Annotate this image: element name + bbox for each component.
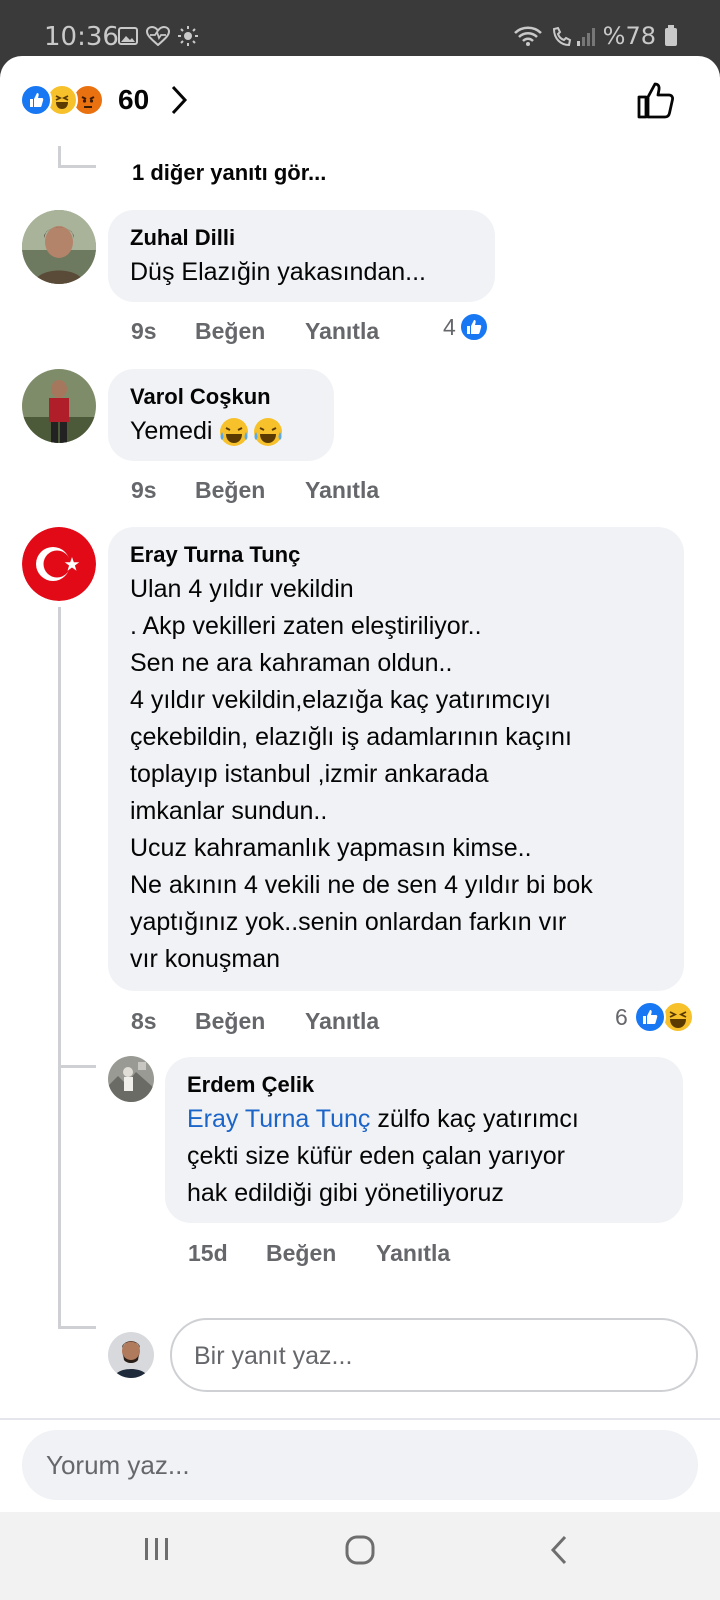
- avatar[interactable]: [22, 527, 96, 601]
- thread-line: [58, 146, 61, 166]
- comment-bubble[interactable]: Varol Coşkun Yemedi: [108, 369, 334, 461]
- thread-line: [58, 607, 61, 1327]
- comment-author[interactable]: Eray Turna Tunç: [130, 541, 662, 569]
- like-button[interactable]: Beğen: [266, 1240, 376, 1267]
- comment-time[interactable]: 8s: [131, 1008, 195, 1035]
- call-signal-icon: [552, 26, 595, 47]
- comment-actions: 8s Beğen Yanıtla: [131, 1008, 379, 1035]
- chevron-right-icon[interactable]: [170, 84, 188, 116]
- comment-actions: 9s Beğen Yanıtla: [131, 477, 379, 504]
- divider: [0, 1418, 720, 1420]
- thumbs-up-icon[interactable]: [636, 80, 676, 120]
- reaction-summary[interactable]: [20, 84, 104, 116]
- avatar[interactable]: [22, 369, 96, 443]
- status-time: 10:36: [44, 22, 119, 52]
- reaction-header: 60: [0, 56, 720, 146]
- reply-input[interactable]: Bir yanıt yaz...: [170, 1318, 698, 1392]
- comment-time[interactable]: 9s: [131, 477, 195, 504]
- health-icon: [146, 26, 170, 46]
- battery-level: %78: [602, 22, 656, 50]
- reply-button[interactable]: Yanıtla: [305, 318, 379, 345]
- recent-apps-icon[interactable]: [142, 1534, 172, 1564]
- reply-time[interactable]: 15d: [188, 1240, 266, 1267]
- tears-of-joy-emoji: [220, 417, 283, 446]
- comment-reactions[interactable]: 6: [615, 1001, 694, 1033]
- reply-button[interactable]: Yanıtla: [305, 1008, 379, 1035]
- haha-reaction-icon: [661, 1001, 694, 1033]
- comment-author[interactable]: Varol Coşkun: [130, 383, 312, 411]
- like-button[interactable]: Beğen: [195, 1008, 305, 1035]
- more-replies-link[interactable]: 1 diğer yanıtı gör...: [132, 160, 326, 186]
- reply-author[interactable]: Erdem Çelik: [187, 1071, 661, 1099]
- reaction-count: 6: [615, 1003, 628, 1030]
- like-button[interactable]: Beğen: [195, 318, 305, 345]
- comment-bubble[interactable]: Zuhal Dilli Düş Elazığin yakasından...: [108, 210, 495, 302]
- comments-sheet: 60 1 diğer yanıtı gör... Zuhal Dilli Düş…: [0, 56, 720, 1600]
- gallery-icon: [118, 27, 138, 45]
- comment-text: Yemedi: [130, 417, 213, 445]
- reply-bubble[interactable]: Erdem Çelik Eray Turna Tunç zülfo kaç ya…: [165, 1057, 683, 1223]
- back-icon[interactable]: [548, 1534, 570, 1566]
- reply-button[interactable]: Yanıtla: [376, 1240, 450, 1267]
- comment-actions: 9s Beğen Yanıtla: [131, 318, 379, 345]
- thread-line: [58, 1065, 96, 1068]
- status-bar: 10:36 %78: [0, 0, 720, 58]
- like-reaction-icon: [20, 84, 52, 116]
- reaction-count[interactable]: 60: [118, 84, 149, 116]
- like-reaction-icon: [458, 312, 489, 342]
- like-reaction-icon: [633, 1001, 666, 1033]
- wifi-icon: [513, 26, 542, 46]
- thread-line: [58, 1326, 96, 1329]
- battery-icon: [665, 25, 677, 46]
- comment-bubble[interactable]: Eray Turna Tunç Ulan 4 yıldır vekildin .…: [108, 527, 684, 991]
- mention-link[interactable]: Eray Turna Tunç: [187, 1105, 370, 1133]
- comment-reactions[interactable]: 4: [443, 312, 489, 342]
- thread-line: [58, 165, 96, 168]
- avatar[interactable]: [22, 210, 96, 284]
- brightness-icon: [178, 26, 198, 46]
- comment-text: Düş Elazığin yakasından...: [130, 258, 426, 286]
- comment-text: Ulan 4 yıldır vekildin . Akp vekilleri z…: [130, 575, 593, 973]
- home-icon[interactable]: [344, 1534, 376, 1566]
- comment-time[interactable]: 9s: [131, 318, 195, 345]
- avatar[interactable]: [108, 1056, 154, 1102]
- reply-actions: 15d Beğen Yanıtla: [188, 1240, 450, 1267]
- comment-input[interactable]: Yorum yaz...: [22, 1430, 698, 1500]
- system-nav-bar: [0, 1512, 720, 1600]
- reply-button[interactable]: Yanıtla: [305, 477, 379, 504]
- reaction-count: 4: [443, 313, 456, 340]
- my-avatar: [108, 1332, 154, 1378]
- comment-author[interactable]: Zuhal Dilli: [130, 224, 473, 252]
- like-button[interactable]: Beğen: [195, 477, 305, 504]
